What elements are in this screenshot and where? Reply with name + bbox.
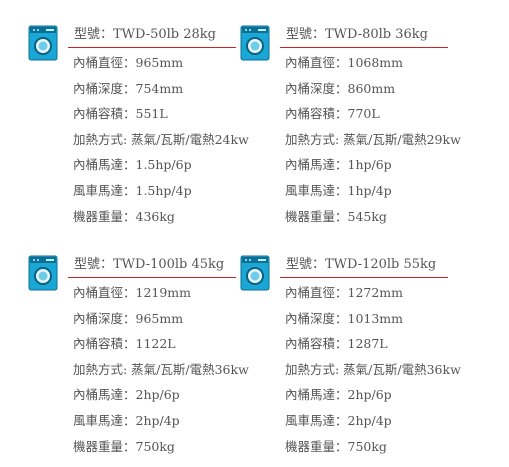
- spec-item: 內桶直徑：965mm: [73, 55, 184, 70]
- spec-item: 內桶深度：1013mm: [285, 310, 404, 326]
- spec-item: 內桶馬達：2hp/6p: [73, 387, 180, 403]
- spec-item: 內桶馬達：1hp/6p: [285, 157, 392, 173]
- spec-item: 內桶馬達：1.5hp/6p: [73, 157, 192, 173]
- spec-item: 機器重量：436kg: [73, 208, 175, 224]
- washer-icon: [240, 25, 270, 61]
- model-title: 型號：TWD-120lb 55kg: [286, 257, 437, 272]
- spec-item: 內桶容積：1287L: [285, 336, 388, 352]
- spec-item: 內桶深度：965mm: [73, 310, 184, 326]
- spec-item: 內桶直徑：1068mm: [285, 55, 404, 70]
- model-title-wrap: 型號：TWD-120lb 55kg: [280, 253, 448, 278]
- spec-item: 風車馬達：1.5hp/4p: [73, 182, 192, 198]
- spec-item: 內桶容積：770L: [285, 106, 380, 122]
- spec-item: 內桶深度：754mm: [73, 80, 184, 96]
- model-title: 型號：TWD-80lb 36kg: [286, 27, 428, 42]
- spec-item: 內桶直徑：1272mm: [285, 285, 404, 300]
- spec-item: 風車馬達：2hp/4p: [73, 412, 180, 428]
- spec-item: 內桶容積：1122L: [73, 336, 176, 352]
- spec-list: 內桶直徑：965mm 內桶深度：754mm 內桶容積：551L 加熱方式: 蒸氣…: [73, 50, 249, 229]
- spec-item: 風車馬達：2hp/4p: [285, 412, 392, 428]
- title-underline: [280, 47, 448, 48]
- washer-icon: [28, 255, 58, 291]
- spec-list: 內桶直徑：1272mm 內桶深度：1013mm 內桶容積：1287L 加熱方式:…: [285, 280, 461, 459]
- model-title: 型號：TWD-50lb 28kg: [74, 27, 216, 42]
- spec-item: 內桶直徑：1219mm: [73, 285, 192, 300]
- model-title: 型號：TWD-100lb 45kg: [74, 257, 225, 272]
- spec-item: 內桶容積：551L: [73, 106, 168, 122]
- model-title-wrap: 型號：TWD-80lb 36kg: [280, 23, 448, 48]
- spec-item: 加熱方式: 蒸氣/瓦斯/電熱24kw: [73, 131, 249, 147]
- spec-item: 加熱方式: 蒸氣/瓦斯/電熱29kw: [285, 131, 461, 147]
- model-title-wrap: 型號：TWD-100lb 45kg: [68, 253, 236, 278]
- title-underline: [68, 277, 236, 278]
- washer-icon: [28, 25, 58, 61]
- washer-icon: [240, 255, 270, 291]
- title-underline: [280, 277, 448, 278]
- spec-item: 機器重量：750kg: [285, 438, 387, 454]
- spec-item: 內桶馬達：2hp/6p: [285, 387, 392, 403]
- spec-list: 內桶直徑：1068mm 內桶深度：860mm 內桶容積：770L 加熱方式: 蒸…: [285, 50, 461, 229]
- spec-item: 機器重量：750kg: [73, 438, 175, 454]
- spec-item: 機器重量：545kg: [285, 208, 387, 224]
- spec-item: 加熱方式: 蒸氣/瓦斯/電熱36kw: [285, 361, 461, 377]
- spec-item: 加熱方式: 蒸氣/瓦斯/電熱36kw: [73, 361, 249, 377]
- spec-item: 風車馬達：1hp/4p: [285, 182, 392, 198]
- model-title-wrap: 型號：TWD-50lb 28kg: [68, 23, 236, 48]
- title-underline: [68, 47, 236, 48]
- spec-item: 內桶深度：860mm: [285, 80, 396, 96]
- spec-list: 內桶直徑：1219mm 內桶深度：965mm 內桶容積：1122L 加熱方式: …: [73, 280, 249, 459]
